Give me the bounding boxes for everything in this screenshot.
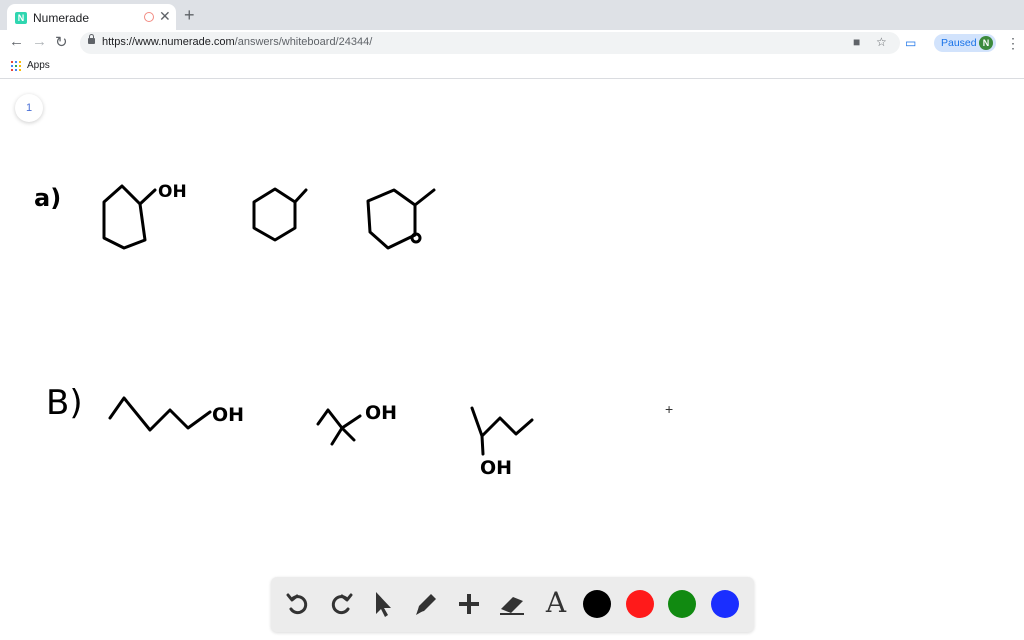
profile-button[interactable]: Paused N xyxy=(934,34,996,52)
bookmark-star-icon[interactable]: ☆ xyxy=(876,35,887,49)
pointer-icon[interactable] xyxy=(368,589,398,619)
drawing-toolbar: A xyxy=(271,577,754,632)
ring-3 xyxy=(366,188,417,250)
eraser-icon[interactable] xyxy=(497,589,527,619)
avatar: N xyxy=(979,36,993,50)
numerade-favicon-icon: N xyxy=(15,12,27,24)
methyl-bond-2 xyxy=(413,188,436,207)
tert-butanol xyxy=(316,408,362,430)
tab-strip: N Numerade ✕ + xyxy=(0,0,1024,34)
color-black-button[interactable] xyxy=(583,590,611,618)
plus-icon[interactable] xyxy=(454,589,484,619)
crosshair-cursor-icon: + xyxy=(665,401,674,417)
recording-icon[interactable] xyxy=(144,12,154,22)
color-red-button[interactable] xyxy=(626,590,654,618)
tert-butanol-branch xyxy=(330,426,356,446)
forward-icon[interactable]: → xyxy=(32,33,47,50)
address-bar[interactable]: https://www.numerade.com/answers/whitebo… xyxy=(80,32,900,54)
label-oh-b2: OH xyxy=(365,402,397,424)
profile-status: Paused xyxy=(941,37,977,49)
back-icon[interactable]: ← xyxy=(9,33,24,50)
tab-title: Numerade xyxy=(33,11,90,25)
camera-icon[interactable]: ■ xyxy=(853,35,860,49)
sec-butanol-oh-bond xyxy=(480,434,485,456)
url-text[interactable]: https://www.numerade.com/answers/whitebo… xyxy=(102,36,372,48)
label-oh-b3: OH xyxy=(480,457,512,479)
whiteboard-canvas[interactable]: a) OH B) OH OH OH xyxy=(0,79,1024,579)
label-part-a: a) xyxy=(34,184,61,212)
text-icon[interactable]: A xyxy=(541,587,571,619)
redo-icon[interactable] xyxy=(326,589,356,619)
new-tab-icon[interactable]: + xyxy=(184,5,195,26)
label-oh-a1: OH xyxy=(158,182,187,202)
cast-icon[interactable]: ▭ xyxy=(905,36,916,50)
butanol-chain xyxy=(108,396,212,432)
pen-icon[interactable] xyxy=(411,589,441,619)
label-oh-b1: OH xyxy=(212,404,244,426)
sec-butanol xyxy=(470,406,534,438)
label-part-b: B) xyxy=(46,383,83,423)
ring-3-dot xyxy=(410,232,422,244)
oh-bond-1 xyxy=(138,188,157,206)
cyclohexanol-ring xyxy=(102,184,147,250)
methylcyclohexane-ring xyxy=(252,187,297,242)
undo-icon[interactable] xyxy=(283,589,313,619)
browser-toolbar: ← → ↻ https://www.numerade.com/answers/w… xyxy=(0,30,1024,56)
apps-bookmark[interactable]: Apps xyxy=(27,60,50,71)
color-green-button[interactable] xyxy=(668,590,696,618)
color-blue-button[interactable] xyxy=(711,590,739,618)
lock-icon xyxy=(88,34,95,44)
menu-icon[interactable]: ⋮ xyxy=(1006,35,1020,52)
methyl-bond-1 xyxy=(293,188,308,204)
reload-icon[interactable]: ↻ xyxy=(55,33,68,51)
close-tab-icon[interactable]: ✕ xyxy=(159,8,171,25)
apps-grid-icon[interactable] xyxy=(11,61,21,71)
bookmarks-bar: Apps xyxy=(0,56,1024,79)
